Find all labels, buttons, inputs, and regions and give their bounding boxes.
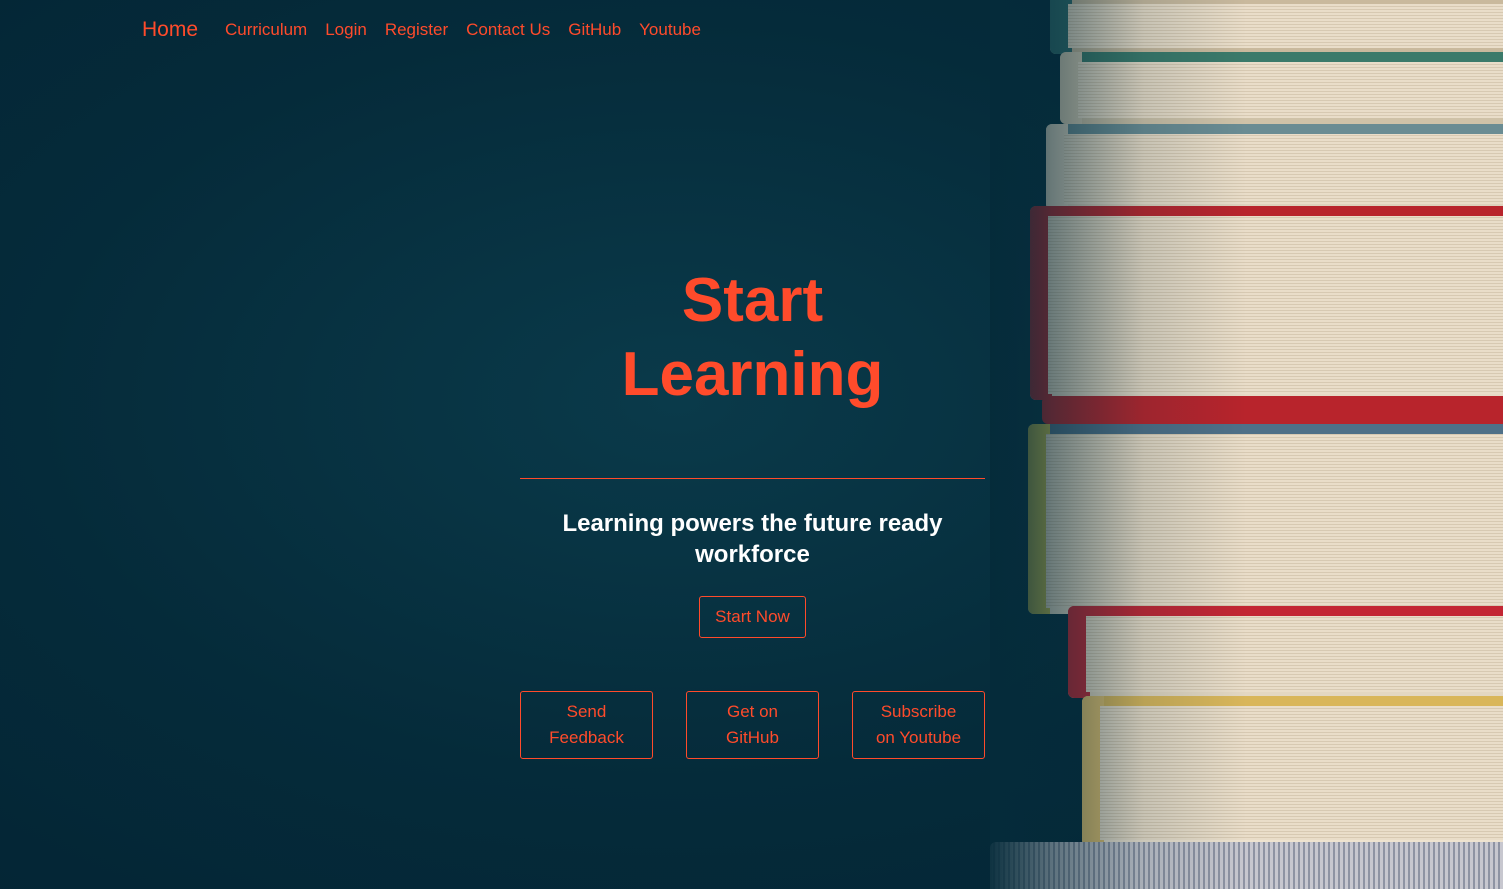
- book: [1050, 0, 1503, 54]
- subscribe-youtube-button[interactable]: Subscribe on Youtube: [852, 691, 985, 759]
- book: [1046, 124, 1503, 210]
- book: [990, 842, 1503, 889]
- send-feedback-button[interactable]: Send Feedback: [520, 691, 653, 759]
- book: [1042, 396, 1503, 424]
- get-on-github-button[interactable]: Get on GitHub: [686, 691, 819, 759]
- book: [1060, 52, 1503, 124]
- top-navbar: Home Curriculum Login Register Contact U…: [142, 16, 719, 44]
- book-stack-image: [990, 0, 1503, 889]
- book: [1082, 696, 1503, 846]
- hero-title: Start Learning: [520, 264, 985, 412]
- hero-subtitle: Learning powers the future ready workfor…: [562, 510, 943, 568]
- nav-brand-home[interactable]: Home: [142, 18, 198, 42]
- hero-title-line2: Learning: [621, 340, 884, 409]
- nav-link-login[interactable]: Login: [325, 20, 367, 40]
- nav-link-register[interactable]: Register: [385, 20, 448, 40]
- nav-link-curriculum[interactable]: Curriculum: [225, 20, 307, 40]
- book: [1068, 606, 1503, 698]
- hero-title-line1: Start: [681, 266, 824, 335]
- book: [1030, 206, 1503, 400]
- nav-link-github[interactable]: GitHub: [568, 20, 621, 40]
- book: [1028, 424, 1503, 614]
- hero-divider: [520, 478, 985, 479]
- start-now-button[interactable]: Start Now: [699, 596, 806, 638]
- nav-link-youtube[interactable]: Youtube: [639, 20, 701, 40]
- nav-link-contact-us[interactable]: Contact Us: [466, 20, 550, 40]
